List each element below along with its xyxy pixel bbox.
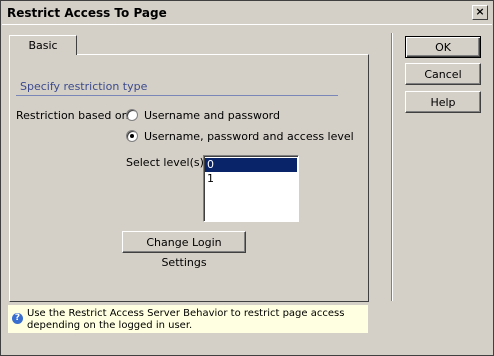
ok-button[interactable]: OK bbox=[405, 36, 481, 58]
close-button[interactable]: × bbox=[472, 5, 488, 20]
cancel-button[interactable]: Cancel bbox=[405, 63, 481, 85]
window-title: Restrict Access To Page bbox=[7, 6, 167, 20]
hint-text: Use the Restrict Access Server Behavior … bbox=[27, 308, 345, 331]
level-item[interactable]: 0 bbox=[205, 158, 297, 172]
hint-bar: ? Use the Restrict Access Server Behavio… bbox=[8, 305, 368, 333]
radio-label-username-password[interactable]: Username and password bbox=[144, 109, 280, 122]
level-item[interactable]: 1 bbox=[205, 172, 297, 186]
section-label: Specify restriction type bbox=[20, 80, 148, 93]
tab-basic[interactable]: Basic bbox=[9, 35, 77, 55]
section-divider bbox=[16, 95, 338, 96]
change-login-settings-button[interactable]: Change Login Settings bbox=[122, 231, 246, 269]
radio-label-username-password-access-level[interactable]: Username, password and access level bbox=[144, 130, 354, 143]
title-bar[interactable]: Restrict Access To Page × bbox=[2, 2, 492, 25]
dialog-window: Restrict Access To Page × Basic Specify … bbox=[0, 0, 494, 356]
tab-container: Basic Specify restriction type Restricti… bbox=[9, 35, 369, 302]
radio-username-password[interactable] bbox=[126, 109, 138, 121]
help-button[interactable]: Help bbox=[405, 91, 481, 113]
vertical-divider bbox=[391, 33, 393, 301]
radio-username-password-access-level[interactable] bbox=[126, 130, 138, 142]
levels-listbox[interactable]: 0 1 bbox=[203, 155, 299, 222]
restriction-label: Restriction based on: bbox=[16, 109, 133, 122]
help-info-icon: ? bbox=[12, 313, 23, 324]
levels-label: Select level(s): bbox=[126, 156, 208, 169]
basic-tab-panel: Specify restriction type Restriction bas… bbox=[9, 54, 369, 302]
